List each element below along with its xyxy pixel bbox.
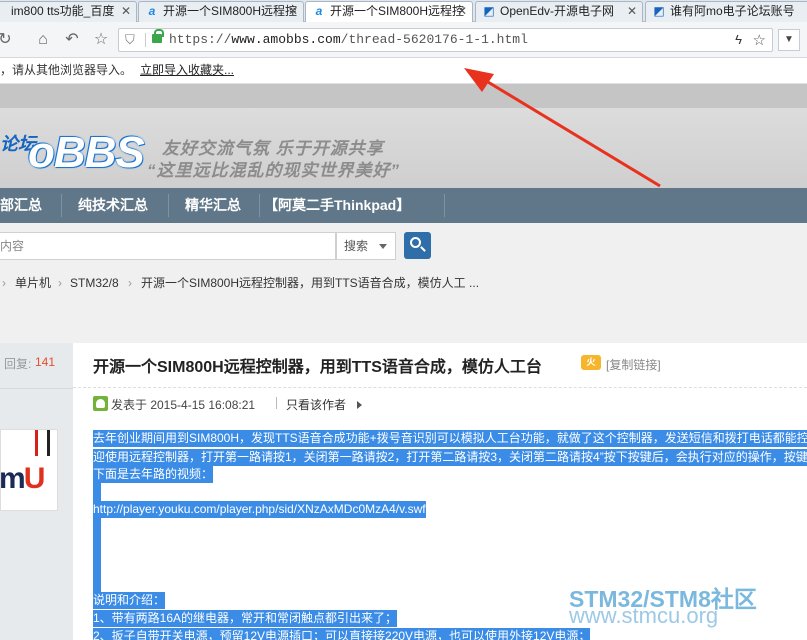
url-path: /thread-5620176-1-1.html (340, 32, 528, 47)
video-link[interactable]: http://player.youku.com/player.php/sid/X… (93, 501, 426, 518)
import-favorites-link[interactable]: 立即导入收藏夹... (140, 58, 234, 82)
breadcrumb-item-mcu[interactable]: 单片机 (15, 267, 51, 299)
nav-item-thinkpad[interactable]: 【阿莫二手Thinkpad】 (264, 188, 410, 223)
chevron-down-icon[interactable]: ▼ (778, 29, 800, 51)
site-banner: 论坛 oBBS 友好交流气氛 乐于开源共享 “这里远比混乱的现实世界美好” (0, 108, 807, 188)
close-icon[interactable]: ✕ (457, 2, 467, 21)
page-gap (0, 299, 807, 343)
close-icon[interactable]: ✕ (288, 2, 298, 21)
nav-divider (444, 194, 445, 217)
post-text-line: 说明和介绍： (93, 592, 166, 609)
avatar[interactable]: mU (0, 429, 58, 511)
divider (145, 33, 146, 47)
post-author-column: 回复: 141 mU (0, 343, 73, 640)
tab-label: 开源一个SIM800H远程控 (163, 4, 298, 18)
reply-count: 141 (35, 355, 56, 369)
favorite-star-icon[interactable]: ☆ (90, 29, 112, 51)
post-time: 发表于 2015-4-15 16:08:21 (111, 398, 256, 412)
probe-black-shape (47, 430, 50, 456)
tab-label: 开源一个SIM800H远程控 (330, 4, 465, 18)
page-top-band (0, 84, 807, 108)
avatar-letter-u: U (23, 462, 46, 495)
amobbs-icon: a (315, 4, 323, 18)
breadcrumb: › 单片机 › STM32/8 › 开源一个SIM800H远程控制器，用到TTS… (0, 267, 807, 299)
search-type-label: 搜索 (344, 239, 369, 253)
slogan-line-2: “这里远比混乱的现实世界美好” (147, 161, 400, 180)
home-icon[interactable]: ⌂ (32, 29, 54, 51)
avatar-text: mU (0, 462, 46, 496)
nav-divider (61, 194, 62, 217)
divider (276, 397, 277, 409)
breadcrumb-separator: › (2, 276, 6, 290)
breadcrumb-item-stm32[interactable]: STM32/8 (70, 267, 119, 299)
nav-divider (259, 194, 260, 217)
chevron-down-icon (379, 244, 387, 249)
close-icon[interactable]: ✕ (627, 2, 637, 21)
browser-tab-strip: im800 tts功能_百度 ✕ a 开源一个SIM800H远程控 ✕ a 开源… (0, 0, 807, 23)
probe-red-shape (35, 430, 38, 456)
browser-toolbar: ↻ ⌂ ↶ ☆ ⛉ https://www.amobbs.com/thread-… (0, 22, 807, 58)
breadcrumb-separator: › (128, 276, 132, 290)
hot-badge: 火 (581, 355, 601, 370)
reply-label: 回复: (4, 357, 32, 371)
breadcrumb-separator: › (58, 276, 62, 290)
post-text-line: 迎使用远程控制器，打开第一路请按1，关闭第一路请按2，打开第二路请按3，关闭第二… (93, 449, 807, 466)
tab-label: 谁有阿mo电子论坛账号 (670, 4, 795, 18)
post-text-line: 下面是去年路的视频： (93, 466, 214, 483)
search-input[interactable]: 内容 (0, 232, 336, 260)
search-area: 内容 搜索 (0, 223, 807, 267)
tab-amobbs-account[interactable]: ◩ 谁有阿mo电子论坛账号 (645, 1, 807, 22)
tab-openedv[interactable]: ◩ OpenEdv-开源电子网 ✕ (475, 1, 643, 22)
tab-amobbs-thread-1[interactable]: a 开源一个SIM800H远程控 ✕ (138, 1, 304, 22)
author-only-link[interactable]: 只看该作者 (286, 396, 346, 413)
tab-amobbs-thread-active[interactable]: a 开源一个SIM800H远程控 ✕ (305, 1, 473, 23)
selection-gap (93, 483, 101, 501)
amobbs-icon: ◩ (653, 4, 665, 18)
copy-link-button[interactable]: [复制链接] (606, 356, 661, 373)
search-type-select[interactable]: 搜索 (336, 232, 396, 260)
nav-divider (168, 194, 169, 217)
refresh-icon[interactable]: ↻ (0, 29, 16, 51)
nav-item-tech[interactable]: 纯技术汇总 (78, 188, 148, 223)
selection-gap (93, 518, 101, 593)
caret-right-icon (357, 401, 362, 409)
search-button[interactable] (404, 232, 431, 259)
main-nav: 部汇总 纯技术汇总 精华汇总 【阿莫二手Thinkpad】 (0, 188, 807, 223)
undo-icon[interactable]: ↶ (61, 29, 83, 51)
search-icon-handle (420, 246, 426, 252)
search-icon (410, 237, 421, 248)
address-bar[interactable]: ⛉ https://www.amobbs.com/thread-5620176-… (118, 28, 773, 52)
tab-baidu-search[interactable]: im800 tts功能_百度 ✕ (0, 1, 137, 22)
baidu-paw-icon (0, 5, 7, 18)
lock-icon (152, 29, 164, 43)
close-icon[interactable]: ✕ (121, 2, 131, 21)
lightning-icon[interactable]: ϟ (735, 32, 742, 47)
import-favorites-bar: ，请从其他浏览器导入。 立即导入收藏夹... (0, 58, 807, 84)
bookmark-star-icon[interactable]: ☆ (753, 31, 766, 49)
post-text-line: 1、带有两路16A的继电器，常开和常闭触点都引出来了； (93, 610, 398, 627)
nav-item-digest[interactable]: 精华汇总 (185, 188, 241, 223)
post-text-line: 2、扳子自带开关电源，预留12V电源插口；可以直接接220V电源，也可以使用外接… (93, 628, 591, 640)
divider (0, 388, 73, 389)
breadcrumb-item-thread[interactable]: 开源一个SIM800H远程控制器，用到TTS语音合成，模仿人工 ... (141, 267, 479, 299)
tab-label: OpenEdv-开源电子网 (500, 4, 615, 18)
url-text[interactable]: https://www.amobbs.com/thread-5620176-1-… (169, 32, 528, 47)
amobbs-icon: a (148, 4, 156, 18)
openedv-icon: ◩ (483, 4, 495, 18)
thread-title: 开源一个SIM800H远程控制器，用到TTS语音合成，模仿人工台 (93, 359, 542, 376)
watermark-url: www.stmcu.org (569, 603, 719, 628)
url-host: www.amobbs.com (231, 32, 341, 47)
nav-item-all[interactable]: 部汇总 (0, 188, 42, 223)
shield-icon[interactable]: ⛉ (125, 32, 135, 48)
site-logo[interactable]: oBBS (28, 128, 145, 178)
import-message: ，请从其他浏览器导入。 (0, 63, 133, 77)
user-online-icon (93, 396, 108, 411)
url-scheme: https:// (169, 32, 232, 47)
avatar-letter-m: m (0, 462, 26, 495)
post-text-line: 去年创业期间用到SIM800H，发现TTS语音合成功能+拨号音识别可以模拟人工台… (93, 430, 807, 447)
tab-label: im800 tts功能_百度 (11, 4, 115, 18)
post-meta: 发表于 2015-4-15 16:08:21 只看该作者 (73, 387, 807, 415)
